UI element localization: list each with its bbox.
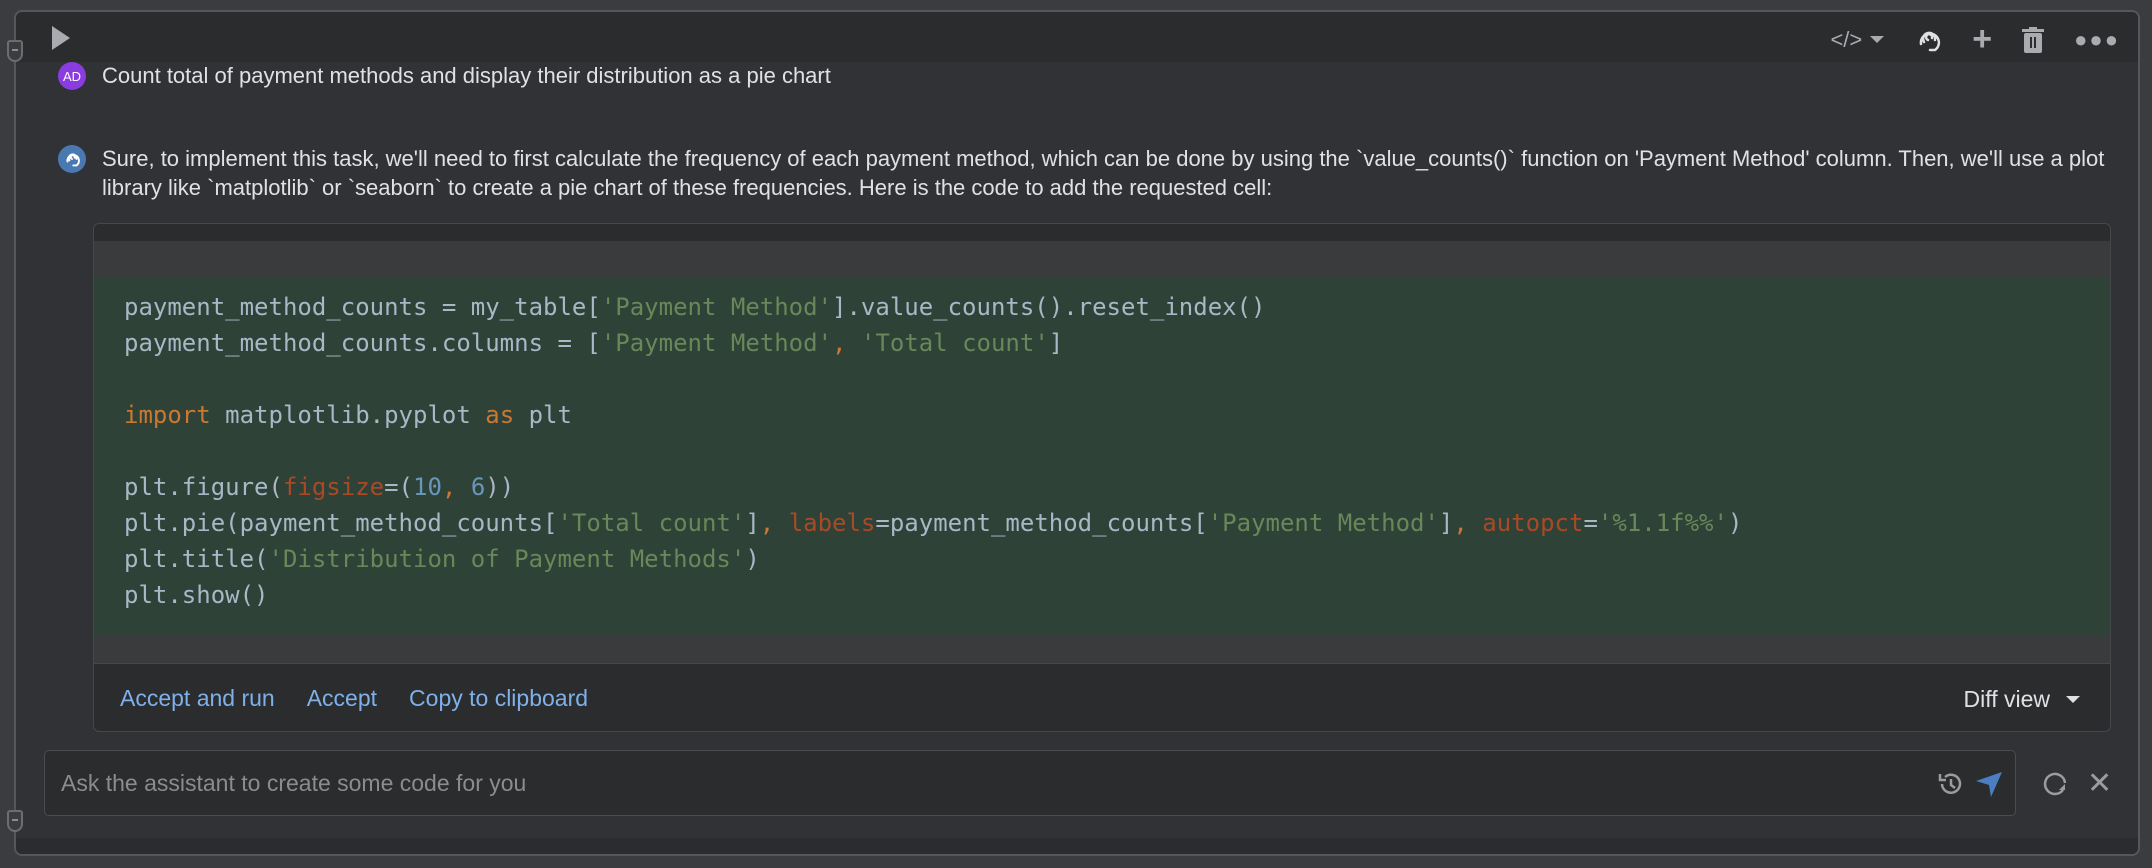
code-token: import [124,401,211,429]
code-token: plt.show() [124,581,269,609]
code-token: =( [384,473,414,501]
code-token: 'Distribution of Payment Methods' [268,545,746,573]
assistant-message: Sure, to implement this task, we'll need… [58,144,2118,202]
code-line: plt.show() [124,577,2110,613]
code-token: , [441,473,471,501]
code-line: plt.figure(figsize=(10, 6)) [124,469,2110,505]
history-icon[interactable] [1937,770,1965,798]
trash-icon [2022,26,2045,53]
close-icon[interactable]: ✕ [2087,766,2112,801]
notebook-cell: </> + ●●● AD Count total of payment meth… [14,10,2140,856]
code-token: plt.figure( [124,473,283,501]
code-line: payment_method_counts = my_table['Paymen… [124,289,2110,325]
collapse-cell-marker[interactable] [7,40,23,62]
code-line: import matplotlib.pyplot as plt [124,397,2110,433]
code-token: =payment_method_counts[ [875,509,1208,537]
assistant-icon [1919,31,1941,51]
code-token: ].value_counts().reset_index() [832,293,1266,321]
assistant-prompt [44,750,2016,816]
code-token: , [759,509,789,537]
view-mode-label: Diff view [1963,686,2051,712]
code-token: labels [788,509,876,537]
code-icon: </> [1830,26,1863,52]
code-token: 'Payment Method' [1207,509,1439,537]
code-token: ) [745,545,760,573]
code-token: ) [1727,509,1743,537]
code-line: payment_method_counts.columns = ['Paymen… [124,325,2110,361]
code-line: plt.pie(payment_method_counts['Total cou… [124,505,2110,541]
user-message: AD Count total of payment methods and di… [58,61,831,90]
assistant-button[interactable] [1914,26,1942,54]
code-token: 10 [413,473,442,501]
delete-cell-button[interactable] [2022,26,2045,53]
code-token: autopct [1482,509,1584,537]
send-icon[interactable] [1975,770,2003,798]
code-token: 'Payment Method' [600,293,833,321]
add-cell-button[interactable]: + [1972,20,1992,59]
prompt-input[interactable] [61,751,1861,815]
refresh-icon[interactable] [2041,770,2069,798]
assistant-message-text: Sure, to implement this task, we'll need… [102,146,2105,200]
code-token: ] [745,509,760,537]
code-token: 'Payment Method' [600,329,833,357]
user-message-text: Count total of payment methods and displ… [102,63,831,88]
code-footer-band [94,635,2110,663]
assistant-avatar [58,145,86,173]
assistant-icon [66,153,80,167]
code-token: , [1453,509,1483,537]
code-token: plt.pie(payment_method_counts[ [124,509,558,537]
code-token: 'Total count' [557,509,746,537]
more-button[interactable]: ●●● [2074,27,2120,53]
code-view-button[interactable]: </> [1830,26,1885,53]
code-token: matplotlib.pyplot [210,401,486,429]
code-token: figsize [282,473,385,501]
accept-link[interactable]: Accept [307,685,377,712]
plus-icon: + [1972,20,1993,58]
code-token: '%1.1f%%' [1597,509,1728,537]
code-token: )) [485,473,515,501]
collapse-cell-marker-bottom[interactable] [7,810,23,832]
code-line: plt.title('Distribution of Payment Metho… [124,541,2110,577]
suggestion-actions: Accept and run Accept Copy to clipboard … [94,663,2110,731]
more-icon: ●●● [2074,26,2120,52]
accept-and-run-link[interactable]: Accept and run [120,685,275,712]
code-token: = [1583,509,1598,537]
code-token: plt.title( [124,545,269,573]
code-token: ] [1438,509,1454,537]
code-token: payment_method_counts.columns = [ [124,329,601,357]
code-token: ] [1048,329,1064,357]
code-token: as [485,401,515,429]
code-token: payment_method_counts = my_table[ [124,293,601,321]
cell-bottom-strip [16,838,2138,854]
cell-toolbar: </> + ●●● [16,12,2138,62]
user-avatar: AD [58,62,86,90]
code-suggestion: payment_method_counts = my_table['Paymen… [93,223,2111,732]
run-cell-button[interactable] [52,26,70,50]
chevron-down-icon [1870,36,1885,43]
code-token: plt [514,401,572,429]
code-header [94,241,2110,277]
code-token: 6 [470,473,486,501]
view-mode-dropdown[interactable]: Diff view [1963,686,2080,713]
code-token: 'Total count' [860,329,1049,357]
code-token: , [832,329,861,357]
code-block: payment_method_counts = my_table['Paymen… [94,277,2110,635]
chevron-down-icon [2066,696,2080,703]
copy-to-clipboard-link[interactable]: Copy to clipboard [409,685,588,712]
